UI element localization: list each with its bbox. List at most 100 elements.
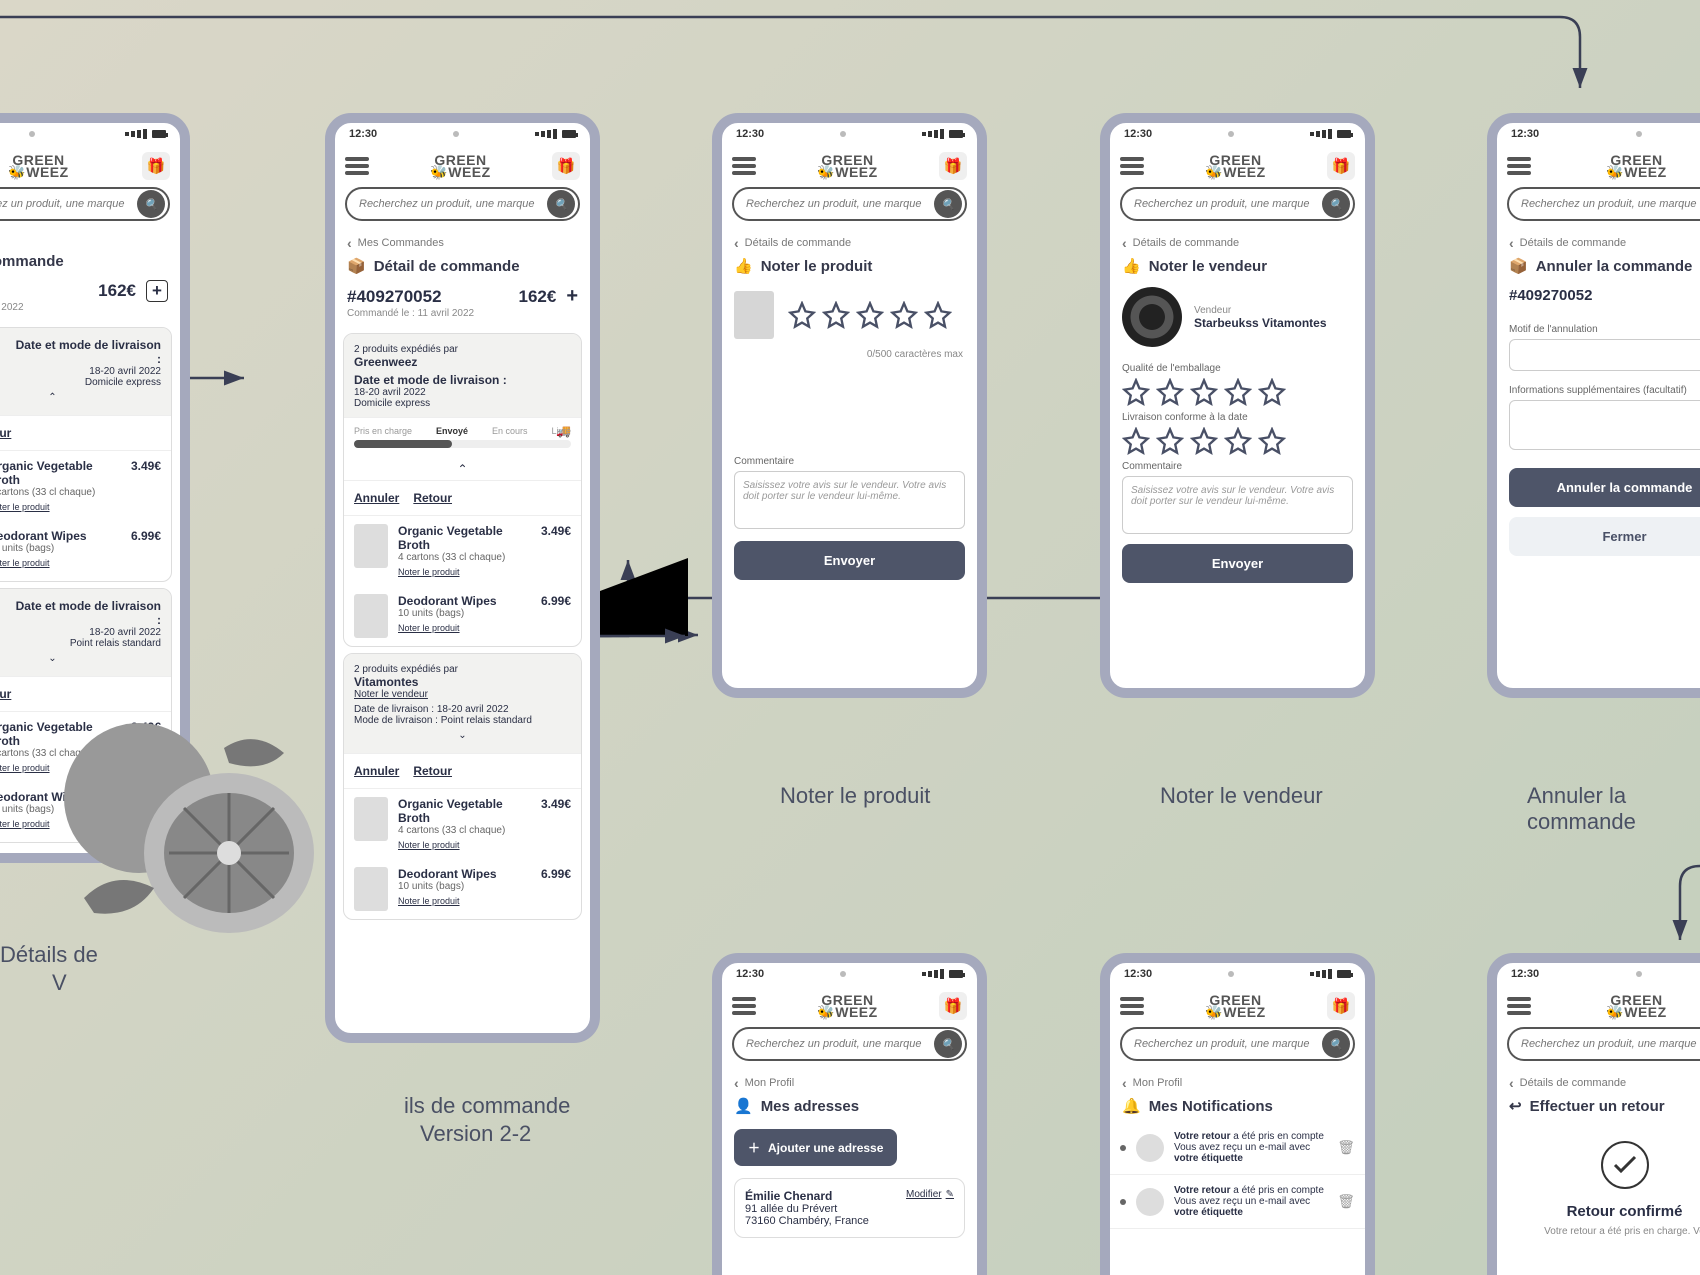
send-button[interactable]: Envoyer xyxy=(734,541,965,580)
user-icon: 👤 xyxy=(734,1097,753,1115)
shipment-block-1: its expédiés parweez Date et mode de liv… xyxy=(0,327,172,582)
search-input[interactable]: Recherchez un produit, une marque🔍 xyxy=(732,187,967,221)
plus-icon: ＋ xyxy=(748,1139,760,1156)
order-number: #409270052 xyxy=(1497,281,1700,310)
confirmation-sub: Votre retour a été pris en charge. Vo xyxy=(1530,1226,1700,1237)
gift-icon[interactable]: 🎁 xyxy=(142,152,170,180)
order-date: Commandé le : 11 avril 2022 xyxy=(335,308,590,327)
rate-product-link[interactable]: Noter le produit xyxy=(0,502,50,512)
menu-icon[interactable] xyxy=(732,157,756,175)
star-rating-delivery[interactable] xyxy=(1122,427,1353,455)
bell-icon: 🔔 xyxy=(1122,1097,1141,1115)
gift-icon[interactable]: 🎁 xyxy=(939,992,967,1020)
cancel-link[interactable]: Annuler xyxy=(354,764,399,778)
search-input[interactable]: Recherchez un produit, une marque🔍 xyxy=(1120,1027,1355,1061)
search-input[interactable]: Recherchez un produit, une marque🔍 xyxy=(732,1027,967,1061)
order-number: #409270052 xyxy=(347,287,442,307)
info-textarea[interactable] xyxy=(1509,400,1700,450)
logo: GREEN🐝WEEZ xyxy=(8,154,68,178)
trash-icon[interactable]: 🗑 xyxy=(1337,1139,1355,1156)
cancel-order-button[interactable]: Annuler la commande xyxy=(1509,468,1700,507)
return-link[interactable]: Retour xyxy=(413,491,452,505)
back-icon[interactable]: ‹ xyxy=(1509,1075,1514,1091)
rate-vendor-link[interactable]: Noter le vendeur xyxy=(354,689,428,700)
breadcrumb[interactable]: ‹Mes Commandes xyxy=(335,231,590,255)
shipment-block-1: 2 produits expédiés parGreenweez Date et… xyxy=(343,333,582,647)
return-link[interactable]: Retour xyxy=(0,426,11,440)
gift-icon[interactable]: 🎁 xyxy=(552,152,580,180)
menu-icon[interactable] xyxy=(732,997,756,1015)
menu-icon[interactable] xyxy=(1120,157,1144,175)
search-icon[interactable]: 🔍 xyxy=(137,190,165,218)
phone-cancel-order: 12:30 GREEN🐝WEEZ Recherchez un produit, … xyxy=(1487,113,1700,698)
notification-row[interactable]: Votre retour a été pris en compteVous av… xyxy=(1110,1121,1365,1175)
status-bar xyxy=(0,123,180,145)
chevron-down-icon[interactable]: ⌄ xyxy=(354,726,571,745)
back-icon[interactable]: ‹ xyxy=(1122,1075,1127,1091)
back-icon[interactable]: ‹ xyxy=(1509,235,1514,251)
order-total: 162€ xyxy=(518,287,556,307)
rate-product-link[interactable]: Noter le produit xyxy=(0,763,50,773)
search-icon: 🔍 xyxy=(934,190,962,218)
search-input[interactable]: Recherchez un produit, une marque🔍 xyxy=(0,187,170,221)
shipment-actions: lerRetour xyxy=(0,415,171,451)
chevron-up-icon[interactable]: ⌃ xyxy=(0,388,161,407)
search-input[interactable]: Recherchez un produit, une marque🔍 xyxy=(345,187,580,221)
star-rating[interactable] xyxy=(788,301,952,329)
checkmark-icon xyxy=(1601,1141,1649,1189)
caption-details-1b: V xyxy=(52,970,67,996)
back-icon[interactable]: ‹ xyxy=(734,1075,739,1091)
modify-link[interactable]: Modifier ✎ xyxy=(906,1189,954,1200)
back-icon[interactable]: ‹ xyxy=(734,235,739,251)
rate-product-link[interactable]: Noter le produit xyxy=(398,896,460,906)
gift-icon[interactable]: 🎁 xyxy=(939,152,967,180)
search-input[interactable]: Recherchez un produit, une marque xyxy=(1507,187,1700,221)
trash-icon[interactable]: 🗑 xyxy=(1337,1193,1355,1210)
comment-textarea[interactable]: Saisissez votre avis sur le vendeur. Vot… xyxy=(1122,476,1353,534)
return-link[interactable]: Retour xyxy=(0,687,11,701)
order-date: dé le : 11 avril 2022 xyxy=(0,302,180,321)
shipping-progress: Pris en chargeEnvoyéEn coursLivré 🚚 xyxy=(344,417,581,458)
reason-input[interactable] xyxy=(1509,339,1700,371)
return-link[interactable]: Retour xyxy=(413,764,452,778)
menu-icon[interactable] xyxy=(345,157,369,175)
search-icon[interactable]: 🔍 xyxy=(547,190,575,218)
back-icon[interactable]: ‹ xyxy=(347,235,352,251)
menu-icon[interactable] xyxy=(1120,997,1144,1015)
cancel-link[interactable]: Annuler xyxy=(354,491,399,505)
caption-details-2b: Version 2-2 xyxy=(420,1121,531,1147)
rate-product-link[interactable]: Noter le produit xyxy=(0,819,50,829)
page-title: tail de commande xyxy=(0,251,180,276)
chevron-up-icon[interactable]: ⌃ xyxy=(344,458,581,480)
rate-product-link[interactable]: Noter le produit xyxy=(398,623,460,633)
menu-icon[interactable] xyxy=(1507,997,1531,1015)
back-icon[interactable]: ‹ xyxy=(1122,235,1127,251)
comment-textarea[interactable]: Saisissez votre avis sur le vendeur. Vot… xyxy=(734,471,965,529)
menu-icon[interactable] xyxy=(1507,157,1531,175)
rate-product-link[interactable]: Noter le produit xyxy=(398,840,460,850)
chevron-down-icon[interactable]: ⌄ xyxy=(0,649,161,668)
close-button[interactable]: Fermer xyxy=(1509,517,1700,556)
star-rating-packaging[interactable] xyxy=(1122,378,1353,406)
phone-order-detail: 12:30 GREEN🐝WEEZ 🎁 Recherchez un produit… xyxy=(325,113,600,1043)
notification-row[interactable]: Votre retour a été pris en compteVous av… xyxy=(1110,1175,1365,1229)
search-input[interactable]: Recherchez un produit, une marque🔍 xyxy=(1120,187,1355,221)
search-input[interactable]: Recherchez un produit, une marque xyxy=(1507,1027,1700,1061)
order-total: 162€ xyxy=(98,281,136,301)
caption-rate-vendor: Noter le vendeur xyxy=(1160,783,1323,809)
breadcrumb[interactable]: Commandes xyxy=(0,231,180,251)
product-row: Deodorant Wipes10 units (bags)Noter le p… xyxy=(0,521,171,581)
phone-notifications: 12:30 GREEN🐝WEEZ🎁 Recherchez un produit,… xyxy=(1100,953,1375,1275)
send-button[interactable]: Envoyer xyxy=(1122,544,1353,583)
caption-details-2a: ils de commande xyxy=(404,1093,570,1119)
gift-icon[interactable]: 🎁 xyxy=(1327,152,1355,180)
expand-button[interactable]: + xyxy=(566,285,578,308)
rate-product-link[interactable]: Noter le produit xyxy=(398,567,460,577)
vendor-name: Starbeukss Vitamontes xyxy=(1194,316,1327,330)
shipment-block-2: 2 produits expédiés parVitamontesNoter l… xyxy=(343,653,582,920)
expand-button[interactable]: + xyxy=(146,280,168,302)
gift-icon[interactable]: 🎁 xyxy=(1327,992,1355,1020)
rate-product-link[interactable]: Noter le produit xyxy=(0,558,50,568)
add-address-button[interactable]: ＋Ajouter une adresse xyxy=(734,1129,897,1166)
caption-rate-product: Noter le produit xyxy=(780,783,930,809)
